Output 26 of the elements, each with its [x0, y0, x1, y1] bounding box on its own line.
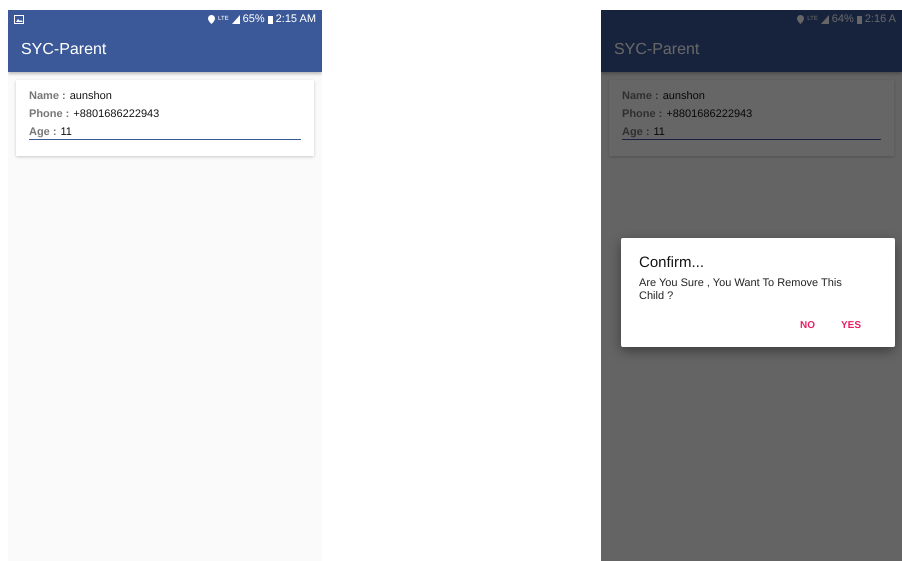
field-value: +8801686222943: [73, 108, 160, 120]
clock-time: 2:15 AM: [276, 13, 316, 25]
location-pin-icon: [797, 14, 804, 24]
dialog-title: Confirm...: [639, 254, 706, 271]
app-title: SYC-Parent: [614, 41, 700, 59]
signal-icon: [820, 14, 829, 24]
field-value: 11: [654, 126, 665, 138]
location-pin-icon: [208, 14, 216, 24]
field-value: +8801686222943: [666, 108, 752, 120]
field-value: aunshon: [70, 90, 112, 102]
dialog-message: Are You Sure , You Want To Remove This Child ?: [639, 277, 843, 302]
dialog-button[interactable]: NO: [792, 316, 823, 336]
battery-icon: [268, 14, 273, 24]
app-title: SYC-Parent: [21, 41, 106, 59]
dialog-button[interactable]: YES: [832, 316, 869, 336]
battery-percent: 65%: [242, 13, 265, 25]
field-label: Age :: [29, 126, 56, 138]
signal-icon: [232, 14, 240, 24]
clock-time: 2:16 A: [864, 13, 896, 25]
battery-icon: [856, 14, 862, 24]
field-label: Name :: [29, 90, 66, 102]
field-value: aunshon: [662, 90, 705, 102]
field-value: 11: [60, 126, 72, 138]
field-label: Phone :: [29, 108, 70, 120]
battery-percent: 64%: [832, 13, 854, 25]
input-field[interactable]: Age : 11: [29, 126, 301, 140]
